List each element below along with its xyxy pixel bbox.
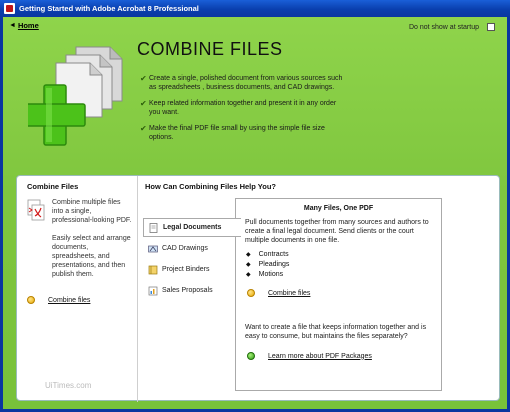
window-titlebar: Getting Started with Adobe Acrobat 8 Pro… (0, 0, 510, 17)
combine-files-icon (28, 46, 123, 146)
link-label: Combine files (48, 296, 91, 304)
tab-label: Sales Proposals (162, 287, 213, 294)
combine-files-sidebar: Combine Files Combine multiple files int… (17, 176, 138, 402)
home-button[interactable]: ◄ Home (9, 21, 39, 30)
sidebar-text: Combine multiple files into a single, pr… (52, 199, 132, 224)
tab-legal-documents[interactable]: Legal Documents (143, 218, 241, 237)
hero-bullet-text: Make the final PDF file small by using t… (149, 125, 325, 141)
sidebar-heading: Combine Files (27, 182, 79, 191)
tab-label: CAD Drawings (162, 245, 208, 252)
tab-content-heading: Many Files, One PDF (303, 205, 374, 212)
window-title: Getting Started with Adobe Acrobat 8 Pro… (19, 4, 199, 13)
tab-label: Legal Documents (163, 224, 222, 231)
diamond-bullet-icon: ◆ (246, 252, 251, 258)
combine-files-link[interactable]: Combine files (27, 296, 90, 304)
list-item: ◆ Motions (246, 271, 289, 278)
combine-files-link[interactable]: Combine files (247, 289, 310, 297)
hero-bullet-text: Keep related information together and pr… (149, 100, 337, 116)
pdf-packages-link[interactable]: Learn more about PDF Packages (247, 352, 372, 360)
tab-content: Many Files, One PDF Pull documents toget… (235, 198, 442, 391)
list-item-text: Pleadings (258, 261, 290, 268)
tab-project-binders[interactable]: Project Binders (143, 260, 238, 279)
startup-label: Do not show at startup (408, 23, 479, 31)
document-type-list: ◆ Contracts ◆ Pleadings ◆ Motions (246, 251, 289, 281)
checkmark-icon: ✔ (140, 124, 147, 133)
link-label: Learn more about PDF Packages (268, 352, 372, 360)
acrobat-app-icon (4, 3, 15, 14)
startup-option: Do not show at startup (409, 23, 495, 31)
startup-checkbox[interactable] (487, 23, 495, 31)
help-section: How Can Combining Files Help You? Legal … (138, 176, 499, 402)
back-arrow-icon: ◄ (9, 22, 16, 29)
checkmark-icon: ✔ (140, 74, 147, 83)
legal-document-icon (149, 222, 158, 233)
checkmark-icon: ✔ (140, 99, 147, 108)
hero-bullet: ✔ Make the final PDF file small by using… (140, 124, 345, 142)
hero-bullet: ✔ Create a single, polished document fro… (140, 74, 345, 92)
cad-drawing-icon (148, 245, 158, 252)
diamond-bullet-icon: ◆ (246, 272, 251, 278)
list-item-text: Contracts (258, 251, 289, 258)
sales-proposal-icon (148, 286, 158, 295)
binder-icon (148, 265, 158, 274)
hero-bullet: ✔ Keep related information together and … (140, 99, 345, 117)
bullet-arrow-icon (247, 289, 255, 297)
diamond-bullet-icon: ◆ (246, 262, 251, 268)
hero-bullets: ✔ Create a single, polished document fro… (140, 74, 345, 149)
hero-bullet-text: Create a single, polished document from … (149, 75, 343, 91)
bullet-arrow-icon (27, 296, 35, 304)
sidebar-text: Easily select and arrange documents, spr… (52, 235, 131, 278)
list-item: ◆ Pleadings (246, 261, 289, 268)
home-label: Home (17, 21, 39, 30)
list-item: ◆ Contracts (246, 251, 289, 258)
watermark: UiTimes.com (45, 381, 92, 390)
tab-cad-drawings[interactable]: CAD Drawings (143, 239, 238, 258)
tab-content-text: Pull documents together from many source… (245, 219, 429, 244)
info-bullet-icon (247, 352, 255, 360)
help-heading: How Can Combining Files Help You? (145, 182, 276, 191)
tab-content-text: Want to create a file that keeps informa… (245, 324, 427, 340)
page-title: COMBINE FILES (137, 39, 283, 59)
window-body: ◄ Home Do not show at startup COMBINE FI… (0, 17, 510, 412)
link-label: Combine files (268, 289, 311, 297)
tab-label: Project Binders (162, 266, 210, 273)
pdf-combine-icon (27, 199, 45, 221)
tab-sales-proposals[interactable]: Sales Proposals (143, 281, 238, 300)
list-item-text: Motions (258, 271, 284, 278)
content-panel: Combine Files Combine multiple files int… (16, 175, 500, 402)
